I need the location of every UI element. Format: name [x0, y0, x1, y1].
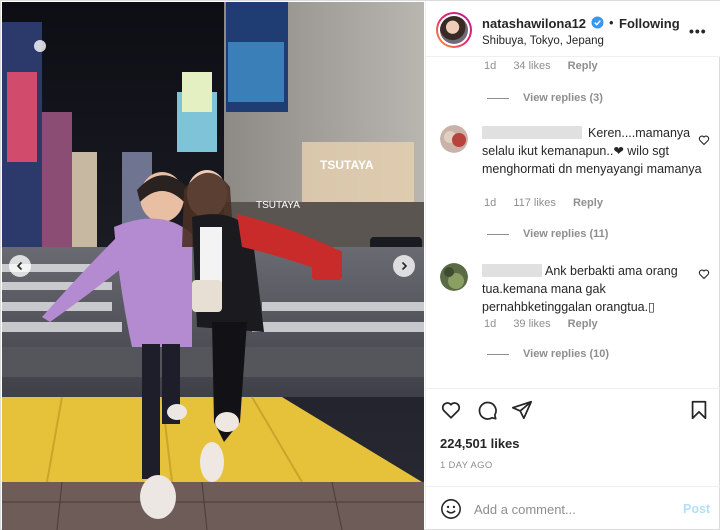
- username-link[interactable]: natashawilona12: [482, 16, 586, 31]
- post-date[interactable]: 1 DAY AGO: [440, 460, 493, 471]
- comment-likes[interactable]: 117 likes: [513, 197, 556, 209]
- reply-button[interactable]: Reply: [573, 197, 603, 209]
- view-replies-label: View replies (10): [523, 348, 610, 360]
- photo-sign-text-2: TSUTAYA: [256, 200, 300, 211]
- reply-button[interactable]: Reply: [568, 318, 598, 330]
- previous-photo-button[interactable]: [9, 255, 31, 277]
- view-replies-button[interactable]: View replies (3): [487, 92, 603, 104]
- likes-count[interactable]: 224,501 likes: [440, 436, 520, 451]
- avatar[interactable]: [436, 12, 472, 48]
- comments-list: 1d 34 likes Reply View replies (3) Keren…: [426, 58, 720, 388]
- comment-meta: 1d 34 likes Reply: [484, 60, 612, 72]
- comment-meta: 1d 39 likes Reply: [484, 318, 612, 330]
- like-comment-heart-icon[interactable]: [698, 268, 710, 280]
- comment-time: 1d: [484, 197, 497, 209]
- add-comment-bar: Post: [426, 486, 720, 530]
- like-comment-heart-icon[interactable]: [698, 134, 710, 146]
- post-dialog: TSUTAYA TSUTAYA natashawilona12 • Follow…: [0, 0, 720, 530]
- save-bookmark-icon[interactable]: [688, 399, 710, 421]
- comment-likes[interactable]: 34 likes: [513, 60, 550, 72]
- next-photo-button[interactable]: [393, 255, 415, 277]
- verified-badge-icon: [591, 16, 604, 29]
- photo-sign-text: TSUTAYA: [320, 158, 374, 172]
- view-replies-label: View replies (11): [523, 228, 609, 240]
- comment-likes[interactable]: 39 likes: [513, 318, 550, 330]
- commenter-avatar[interactable]: [440, 263, 468, 291]
- like-heart-icon[interactable]: [440, 399, 462, 421]
- post-comment-button[interactable]: Post: [683, 502, 710, 516]
- post-side-panel: natashawilona12 • Following Shibuya, Tok…: [425, 1, 720, 530]
- comment-bubble-icon[interactable]: [476, 399, 498, 421]
- comment-time: 1d: [484, 60, 497, 72]
- chevron-left-icon: [16, 261, 23, 271]
- chevron-right-icon: [401, 261, 408, 271]
- more-options-icon[interactable]: •••: [689, 23, 707, 39]
- separator-dot: •: [609, 15, 614, 30]
- comment-text: Ank berbakti ama orang tua.kemana mana g…: [482, 264, 678, 314]
- comment-text: Keren....mamanya selalu ikut kemanapun..…: [482, 126, 702, 176]
- commenter-avatar[interactable]: [440, 125, 468, 153]
- share-paper-plane-icon[interactable]: [511, 399, 533, 421]
- comment-input[interactable]: [474, 499, 664, 519]
- street-photo-illustration: TSUTAYA TSUTAYA: [2, 2, 424, 530]
- post-actions: 224,501 likes 1 DAY AGO: [426, 388, 720, 486]
- emoji-smiley-icon[interactable]: [440, 498, 462, 520]
- following-button[interactable]: Following: [619, 16, 680, 31]
- comment-meta: 1d 117 likes Reply: [484, 197, 617, 209]
- view-replies-button[interactable]: View replies (11): [487, 228, 608, 240]
- location-link[interactable]: Shibuya, Tokyo, Jepang: [482, 35, 604, 47]
- post-photo[interactable]: TSUTAYA TSUTAYA: [2, 2, 424, 530]
- avatar-image: [440, 16, 468, 44]
- post-header: natashawilona12 • Following Shibuya, Tok…: [426, 1, 720, 57]
- reply-button[interactable]: Reply: [568, 60, 598, 72]
- view-replies-button[interactable]: View replies (10): [487, 348, 609, 360]
- view-replies-label: View replies (3): [523, 92, 603, 104]
- comment-time: 1d: [484, 318, 497, 330]
